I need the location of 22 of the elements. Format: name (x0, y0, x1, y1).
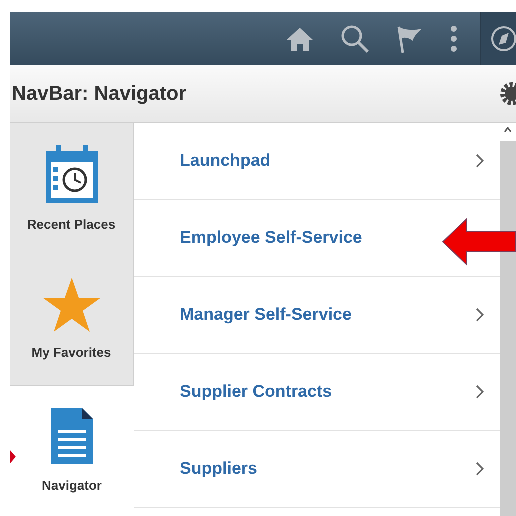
tile-label: My Favorites (32, 344, 112, 362)
star-icon (42, 276, 102, 333)
home-icon[interactable] (286, 26, 314, 52)
document-icon (49, 406, 95, 466)
page-title: NavBar: Navigator (12, 82, 187, 106)
menu-label: Launchpad (180, 150, 271, 172)
sidebar-tile[interactable]: Navigator (10, 385, 134, 516)
menu-label: Supplier Contracts (180, 381, 332, 404)
more-icon[interactable] (450, 24, 458, 52)
menu-label: Employee Self-Service (180, 227, 362, 250)
tile-label: Recent Places (27, 216, 116, 234)
scrollbar[interactable] (500, 123, 516, 516)
compass-icon[interactable] (490, 24, 516, 52)
sidebar-tile[interactable]: My Favorites (10, 254, 133, 385)
settings-icon[interactable] (498, 80, 516, 108)
scroll-up-icon[interactable] (504, 127, 512, 133)
pointer-marker-icon (10, 450, 16, 464)
search-icon[interactable] (340, 24, 370, 54)
sidebar-tile[interactable]: Recent Places (10, 123, 133, 254)
menu-label: Manager Self-Service (180, 304, 352, 326)
menu-label: Suppliers (180, 458, 258, 480)
tile-label: Navigator (42, 477, 102, 496)
